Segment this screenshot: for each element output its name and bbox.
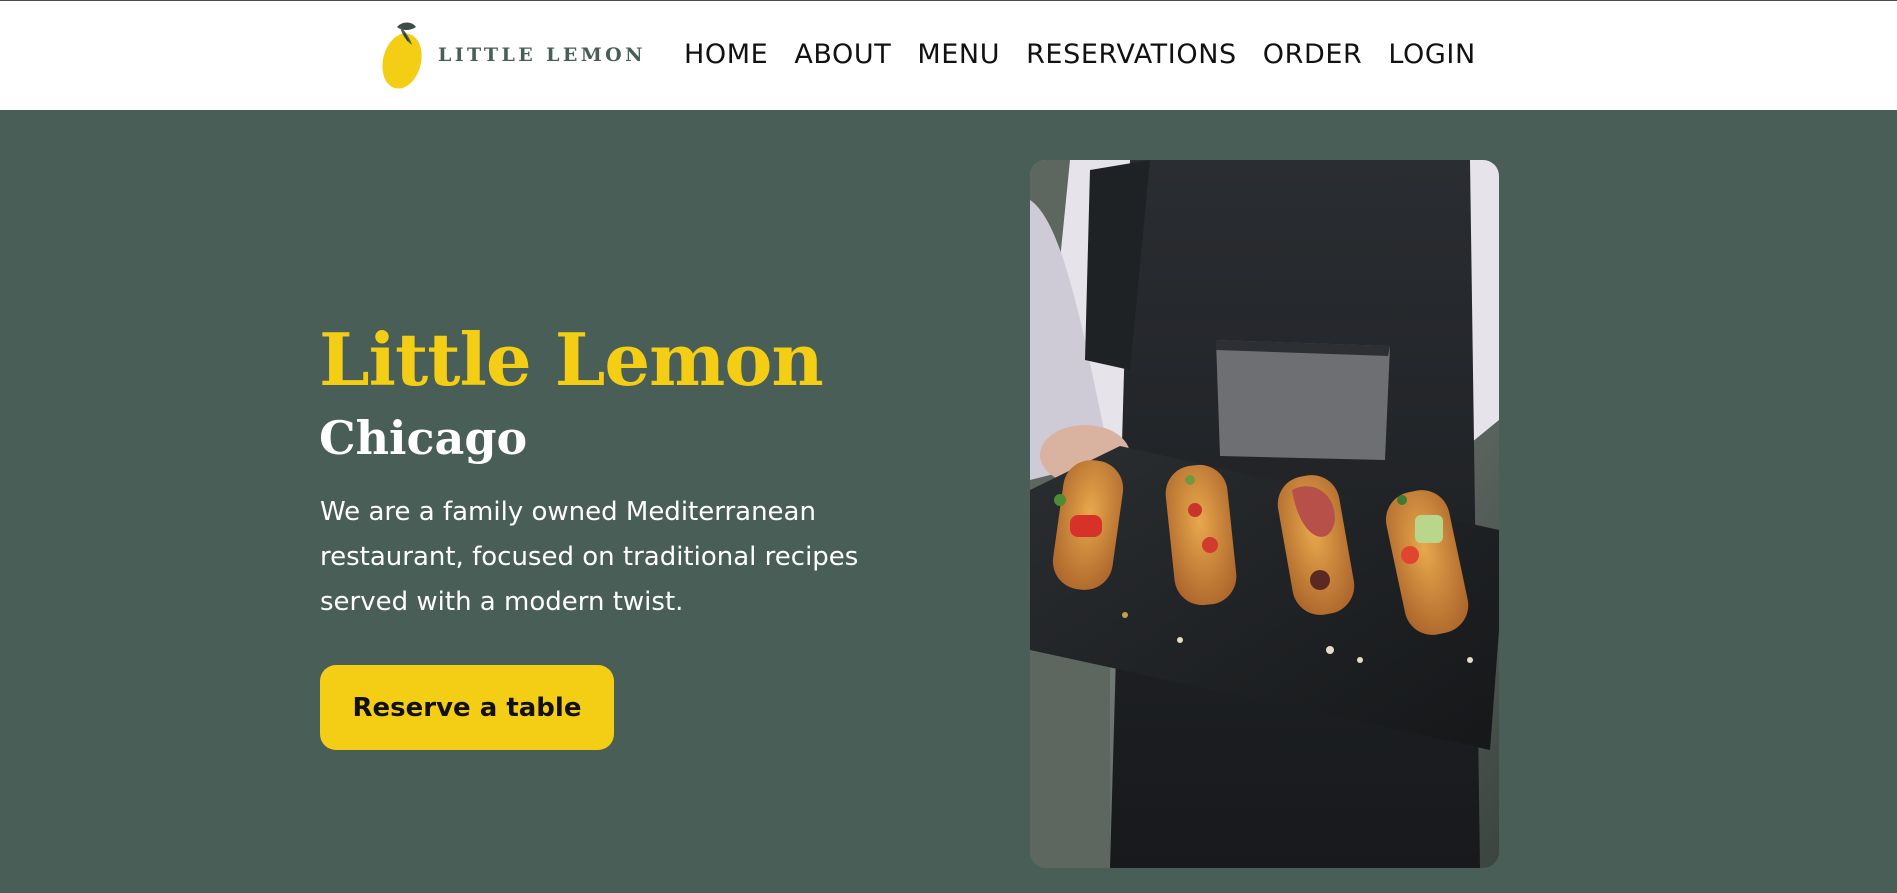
hero-title: Little Lemon [319, 317, 824, 402]
lemon-icon [380, 19, 424, 91]
hero-description: We are a family owned Mediterranean rest… [320, 497, 859, 617]
reserve-table-button[interactable]: Reserve a table [320, 665, 614, 750]
logo[interactable]: LITTLE LEMON [380, 19, 646, 91]
hero-image [1030, 160, 1499, 868]
nav-order[interactable]: ORDER [1250, 35, 1376, 75]
nav-home[interactable]: HOME [672, 35, 781, 75]
hero-section: Little Lemon Chicago We are a family own… [0, 110, 1897, 893]
nav-login[interactable]: LOGIN [1375, 35, 1488, 75]
hero-subtitle: Chicago [319, 411, 528, 465]
logo-text: LITTLE LEMON [438, 44, 646, 66]
nav-about[interactable]: ABOUT [781, 35, 904, 75]
main-nav: HOME ABOUT MENU RESERVATIONS ORDER LOGIN [672, 35, 1489, 75]
nav-menu[interactable]: MENU [904, 35, 1013, 75]
site-header: LITTLE LEMON HOME ABOUT MENU RESERVATION… [0, 1, 1897, 110]
nav-reservations[interactable]: RESERVATIONS [1013, 35, 1250, 75]
